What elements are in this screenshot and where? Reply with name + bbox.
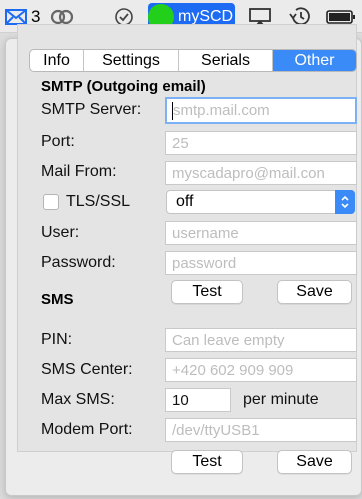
- mail-from-input[interactable]: [165, 161, 357, 185]
- sms-section-title: SMS: [41, 291, 74, 308]
- pin-label: PIN:: [41, 331, 73, 348]
- sms-save-button[interactable]: Save: [277, 450, 352, 474]
- sms-center-input[interactable]: [165, 358, 357, 382]
- smtp-test-button[interactable]: Test: [171, 280, 243, 304]
- text-cursor: [172, 102, 173, 120]
- mail-icon: [5, 8, 27, 25]
- sms-test-button[interactable]: Test: [171, 450, 243, 474]
- max-sms-unit: per minute: [243, 391, 319, 408]
- max-sms-label: Max SMS:: [41, 391, 115, 408]
- tls-mode-value: off: [176, 193, 194, 210]
- tab-bar: Info Settings Serials Other: [29, 49, 357, 72]
- user-label: User:: [41, 224, 80, 241]
- modem-port-input[interactable]: [165, 418, 357, 442]
- sms-center-label: SMS Center:: [41, 361, 133, 378]
- tls-checkbox[interactable]: [43, 194, 59, 210]
- smtp-server-label: SMTP Server:: [41, 101, 142, 118]
- password-label: Password:: [41, 254, 116, 271]
- modem-port-label: Modem Port:: [41, 421, 133, 438]
- tls-label: TLS/SSL: [66, 193, 131, 210]
- user-input[interactable]: [165, 221, 357, 245]
- port-input[interactable]: [165, 131, 357, 155]
- smtp-save-button[interactable]: Save: [277, 280, 352, 304]
- smtp-section-title: SMTP (Outgoing email): [41, 78, 206, 95]
- port-label: Port:: [41, 133, 75, 150]
- chevron-updown-icon: [335, 190, 355, 214]
- tab-other[interactable]: Other: [273, 50, 356, 71]
- smtp-server-input[interactable]: [165, 97, 357, 124]
- tab-settings[interactable]: Settings: [84, 50, 179, 71]
- max-sms-input[interactable]: [165, 388, 231, 412]
- mail-from-label: Mail From:: [41, 163, 117, 180]
- password-input[interactable]: [165, 251, 357, 275]
- tls-mode-select[interactable]: off: [166, 190, 355, 214]
- tab-serials[interactable]: Serials: [179, 50, 273, 71]
- pin-input[interactable]: [165, 328, 357, 352]
- tab-info[interactable]: Info: [30, 50, 84, 71]
